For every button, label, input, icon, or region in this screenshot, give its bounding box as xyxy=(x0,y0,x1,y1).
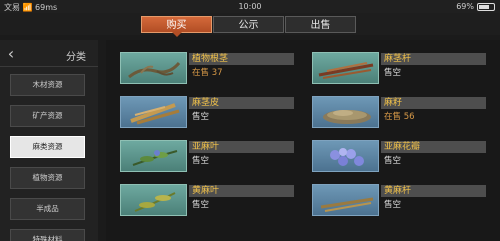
battery-percent: 69% xyxy=(456,2,474,11)
sidebar-title: 分类 xyxy=(66,52,86,63)
battery-icon xyxy=(477,3,495,11)
item-status: 售空 xyxy=(192,112,210,122)
clock: 10:00 xyxy=(238,2,262,11)
sidebar-item-semi[interactable]: 半成品 xyxy=(10,198,85,220)
tab-announce[interactable]: 公示 xyxy=(213,16,284,33)
jute-stalk-icon xyxy=(312,184,379,216)
item-grid: 植物根茎 在售 37 麻茎杆 售空 麻茎皮 售空 麻籽 在售 56 亚麻叶 售空 xyxy=(106,40,500,241)
item-status: 在售 56 xyxy=(384,112,415,122)
sidebar-item-ore[interactable]: 矿产资源 xyxy=(10,105,85,127)
status-bar: 文易 📶 69ms 10:00 69% xyxy=(0,0,500,13)
flax-leaf-icon xyxy=(120,140,187,172)
sidebar-item-wood[interactable]: 木材资源 xyxy=(10,74,85,96)
hemp-seed-icon xyxy=(312,96,379,128)
item-status: 售空 xyxy=(192,200,210,210)
item-card[interactable]: 亚麻叶 售空 xyxy=(112,137,295,174)
item-name: 麻茎皮 xyxy=(192,98,220,108)
item-status: 售空 xyxy=(384,156,402,166)
item-name: 麻籽 xyxy=(384,98,403,108)
item-card[interactable]: 麻籽 在售 56 xyxy=(304,93,487,130)
item-name: 黄麻杆 xyxy=(384,186,412,196)
flax-petal-icon xyxy=(312,140,379,172)
hemp-stalk-icon xyxy=(312,52,379,84)
item-name: 植物根茎 xyxy=(192,54,229,64)
jute-leaf-icon xyxy=(120,184,187,216)
sidebar-header: ‹ 分类 xyxy=(0,40,98,67)
item-status: 售空 xyxy=(384,68,402,78)
sidebar-item-hemp[interactable]: 麻类资源 xyxy=(10,136,85,158)
tab-strip: 购买 公示 出售 xyxy=(141,16,357,33)
item-card[interactable]: 麻茎杆 售空 xyxy=(304,49,487,86)
item-name: 黄麻叶 xyxy=(192,186,220,196)
tab-sell[interactable]: 出售 xyxy=(285,16,356,33)
item-name: 麻茎杆 xyxy=(384,54,412,64)
category-sidebar: ‹ 分类 木材资源 矿产资源 麻类资源 植物资源 半成品 特殊材料 xyxy=(0,40,98,241)
item-status: 售空 xyxy=(192,156,210,166)
item-card[interactable]: 亚麻花瓣 售空 xyxy=(304,137,487,174)
plant-root-icon xyxy=(120,52,187,84)
hemp-bark-icon xyxy=(120,96,187,128)
item-card[interactable]: 麻茎皮 售空 xyxy=(112,93,295,130)
tab-buy[interactable]: 购买 xyxy=(141,16,212,33)
item-name: 亚麻叶 xyxy=(192,142,220,152)
item-card[interactable]: 黄麻叶 售空 xyxy=(112,181,295,218)
item-name: 亚麻花瓣 xyxy=(384,142,421,152)
sidebar-item-plant[interactable]: 植物资源 xyxy=(10,167,85,189)
item-card[interactable]: 植物根茎 在售 37 xyxy=(112,49,295,86)
item-status: 售空 xyxy=(384,200,402,210)
back-chevron-icon[interactable]: ‹ xyxy=(4,46,18,62)
sidebar-item-special[interactable]: 特殊材料 xyxy=(10,229,85,241)
top-bar: 购买 公示 出售 xyxy=(0,13,500,35)
active-tab-pointer xyxy=(172,32,182,37)
item-status: 在售 37 xyxy=(192,68,223,78)
item-card[interactable]: 黄麻杆 售空 xyxy=(304,181,487,218)
